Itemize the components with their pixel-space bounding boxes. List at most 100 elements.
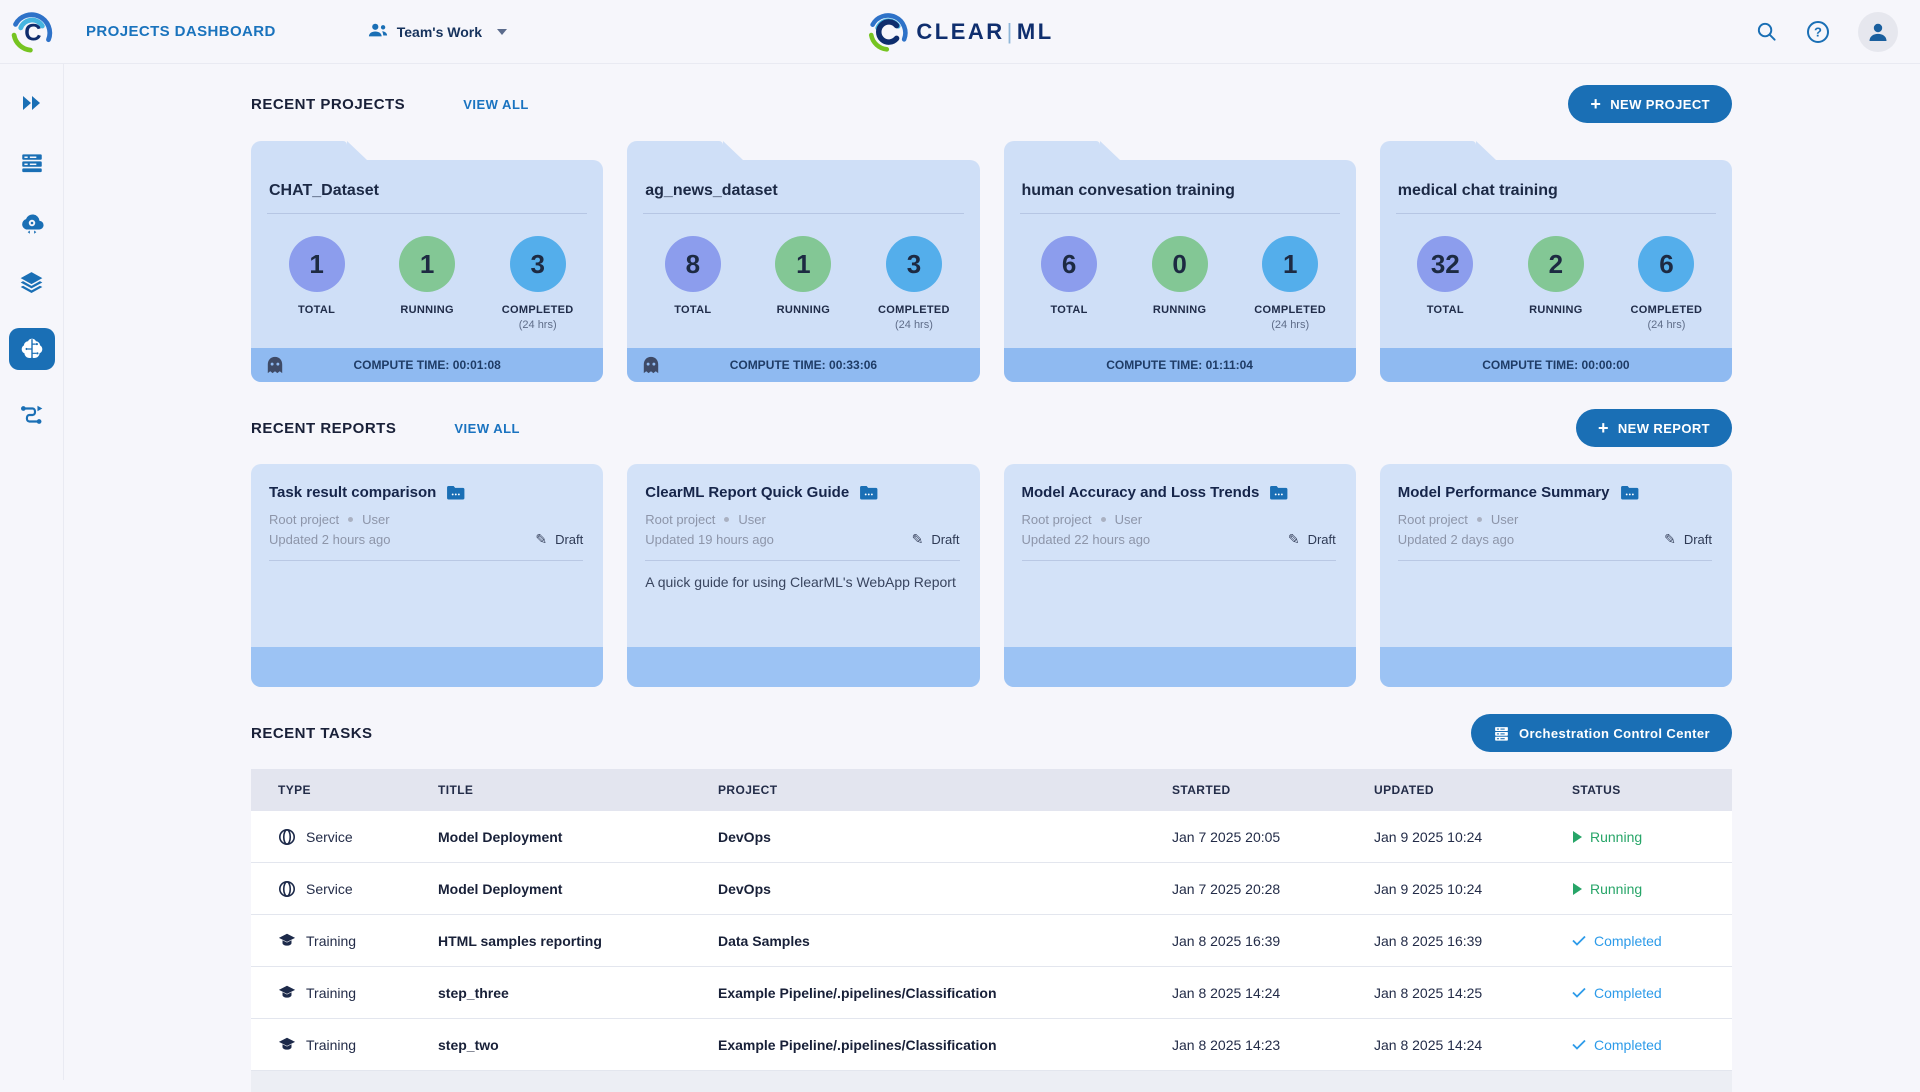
pipeline-icon	[18, 402, 45, 428]
column-project[interactable]: PROJECT	[718, 783, 1172, 797]
sidebar-item-dashboard[interactable]	[9, 88, 55, 118]
dot-separator	[1477, 517, 1482, 522]
report-card[interactable]: Task result comparison Root projectUser …	[251, 464, 603, 687]
report-project: Root project	[269, 512, 339, 527]
svg-text:?: ?	[1814, 24, 1822, 39]
compute-time-bar: COMPUTE TIME: 00:01:08	[251, 348, 603, 382]
sidebar-item-applications[interactable]	[9, 208, 55, 238]
new-report-button[interactable]: + NEW REPORT	[1576, 409, 1732, 447]
table-row[interactable]: Service Model Deployment DevOps Jan 7 20…	[251, 863, 1732, 915]
workspace-label: Team's Work	[397, 24, 482, 40]
clearml-wordmark: CLEAR|ML	[866, 10, 1053, 54]
task-type: Service	[306, 881, 353, 897]
sidebar-nav	[0, 64, 64, 1080]
user-avatar[interactable]	[1858, 12, 1898, 52]
sidebar-item-datasets[interactable]	[9, 268, 55, 298]
task-type: Training	[306, 985, 356, 1001]
recent-projects-header: RECENT PROJECTS VIEW ALL + NEW PROJECT	[251, 84, 1732, 124]
folder-tab	[1380, 141, 1476, 160]
orchestration-control-center-button[interactable]: Orchestration Control Center	[1471, 714, 1732, 752]
column-updated[interactable]: UPDATED	[1374, 783, 1572, 797]
folder-tab	[1004, 141, 1100, 160]
compute-time-label: COMPUTE TIME: 00:00:00	[1482, 358, 1629, 372]
new-project-button[interactable]: + NEW PROJECT	[1568, 85, 1732, 123]
completed-check-icon	[1572, 987, 1586, 998]
completed-count: 3	[886, 236, 942, 292]
table-row[interactable]: Training HTML samples reporting Data Sam…	[251, 915, 1732, 967]
project-name: medical chat training	[1380, 160, 1732, 200]
table-row[interactable]: Training step_two Example Pipeline/.pipe…	[251, 1019, 1732, 1071]
sidebar-item-workers-queues[interactable]	[9, 148, 55, 178]
compute-time-bar: COMPUTE TIME: 01:11:04	[1004, 348, 1356, 382]
recent-reports-header: RECENT REPORTS VIEW ALL + NEW REPORT	[251, 408, 1732, 448]
reports-view-all-link[interactable]: VIEW ALL	[454, 421, 520, 436]
pencil-icon: ✎	[912, 531, 924, 548]
task-project: Example Pipeline/.pipelines/Classificati…	[718, 985, 1172, 1001]
workspace-selector[interactable]: Team's Work	[368, 22, 507, 41]
report-footer-bar	[251, 647, 603, 687]
project-card[interactable]: human convesation training 6TOTAL 0RUNNI…	[1004, 160, 1356, 382]
service-type-icon	[278, 880, 296, 898]
sidebar-item-pipelines[interactable]	[9, 400, 55, 430]
sidebar-item-projects-active[interactable]	[9, 328, 55, 370]
plus-icon: +	[1598, 419, 1609, 437]
search-icon[interactable]	[1755, 20, 1778, 43]
clearml-arcs-icon	[866, 10, 910, 54]
table-row[interactable]: Service Model Deployment DevOps Jan 7 20…	[251, 811, 1732, 863]
report-card[interactable]: Model Performance Summary Root projectUs…	[1380, 464, 1732, 687]
cloud-gear-icon	[18, 210, 46, 236]
projects-view-all-link[interactable]: VIEW ALL	[463, 97, 529, 112]
dot-separator	[1101, 517, 1106, 522]
report-author: User	[362, 512, 389, 527]
clearml-logo-icon[interactable]: C	[0, 0, 64, 64]
task-project: Example Pipeline/.pipelines/Classificati…	[718, 1037, 1172, 1053]
report-updated: Updated 19 hours ago	[645, 532, 774, 547]
recent-tasks-table: TYPE TITLE PROJECT STARTED UPDATED STATU…	[251, 769, 1732, 1092]
report-folder-icon	[1620, 485, 1639, 500]
project-name: CHAT_Dataset	[251, 160, 603, 200]
help-icon[interactable]: ?	[1806, 20, 1830, 44]
project-card[interactable]: medical chat training 32TOTAL 2RUNNING 6…	[1380, 160, 1732, 382]
running-count: 2	[1528, 236, 1584, 292]
task-type: Service	[306, 829, 353, 845]
total-count: 8	[665, 236, 721, 292]
app-header: C PROJECTS DASHBOARD Team's Work CLEAR|M…	[0, 0, 1920, 64]
report-folder-icon	[1269, 485, 1288, 500]
server-icon	[1493, 725, 1510, 742]
task-status: Completed	[1594, 1037, 1662, 1053]
task-title: step_three	[438, 985, 718, 1001]
report-project: Root project	[1398, 512, 1468, 527]
column-status[interactable]: STATUS	[1572, 783, 1732, 797]
report-status: Draft	[1308, 532, 1336, 547]
pencil-icon: ✎	[1288, 531, 1300, 548]
server-icon	[19, 150, 45, 176]
completed-count: 3	[510, 236, 566, 292]
report-title: Model Performance Summary	[1398, 484, 1610, 501]
project-card[interactable]: ag_news_dataset 8TOTAL 1RUNNING 3COMPLET…	[627, 160, 979, 382]
training-type-icon	[278, 1037, 296, 1053]
column-type[interactable]: TYPE	[278, 783, 438, 797]
report-card[interactable]: ClearML Report Quick Guide Root projectU…	[627, 464, 979, 687]
report-cards-row: Task result comparison Root projectUser …	[251, 464, 1732, 687]
task-updated: Jan 9 2025 10:24	[1374, 829, 1572, 845]
double-chevron-icon	[19, 91, 45, 115]
table-row[interactable]: Training step_three Example Pipeline/.pi…	[251, 967, 1732, 1019]
report-card[interactable]: Model Accuracy and Loss Trends Root proj…	[1004, 464, 1356, 687]
report-footer-bar	[1380, 647, 1732, 687]
report-title: ClearML Report Quick Guide	[645, 484, 849, 501]
project-name: ag_news_dataset	[627, 160, 979, 200]
page-title[interactable]: PROJECTS DASHBOARD	[86, 23, 276, 40]
recent-tasks-header: RECENT TASKS Orchestration Control Cente…	[251, 713, 1732, 753]
completed-count: 6	[1638, 236, 1694, 292]
dot-separator	[724, 517, 729, 522]
column-started[interactable]: STARTED	[1172, 783, 1374, 797]
pencil-icon: ✎	[535, 531, 547, 548]
report-project: Root project	[1022, 512, 1092, 527]
column-title[interactable]: TITLE	[438, 783, 718, 797]
completed-check-icon	[1572, 935, 1586, 946]
total-count: 32	[1417, 236, 1473, 292]
project-card[interactable]: CHAT_Dataset 1TOTAL 1RUNNING 3COMPLETED(…	[251, 160, 603, 382]
task-updated: Jan 8 2025 14:24	[1374, 1037, 1572, 1053]
running-count: 0	[1152, 236, 1208, 292]
recent-reports-title: RECENT REPORTS	[251, 420, 396, 437]
